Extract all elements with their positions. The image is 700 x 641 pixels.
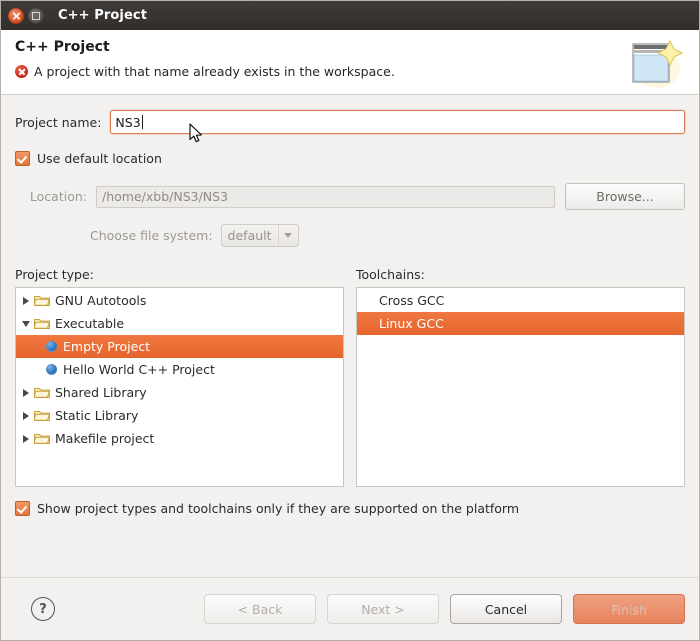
chevron-right-icon[interactable] xyxy=(18,411,34,420)
project-dot-icon xyxy=(46,364,57,375)
file-system-label: Choose file system: xyxy=(90,228,213,243)
folder-icon xyxy=(34,317,50,330)
back-button: < Back xyxy=(204,594,316,624)
project-type-label: Project type: xyxy=(15,267,94,282)
cpp-project-dialog: C++ Project C++ Project A project with t… xyxy=(0,0,700,641)
folder-icon xyxy=(34,432,50,445)
tree-item-label: GNU Autotools xyxy=(55,293,147,308)
cancel-button[interactable]: Cancel xyxy=(450,594,562,624)
list-item-label: Linux GCC xyxy=(379,316,444,331)
tree-item-gnu-autotools[interactable]: GNU Autotools xyxy=(16,289,343,312)
help-button[interactable]: ? xyxy=(31,597,55,621)
error-message-text: A project with that name already exists … xyxy=(34,64,395,79)
toolchains-label: Toolchains: xyxy=(356,267,425,282)
tree-item-static-library[interactable]: Static Library xyxy=(16,404,343,427)
use-default-location-row[interactable]: Use default location xyxy=(15,151,685,166)
project-dot-icon xyxy=(46,341,57,352)
folder-icon xyxy=(34,386,50,399)
tree-item-label: Makefile project xyxy=(55,431,155,446)
tree-item-shared-library[interactable]: Shared Library xyxy=(16,381,343,404)
project-name-value: NS3 xyxy=(115,114,141,130)
show-supported-label: Show project types and toolchains only i… xyxy=(37,501,520,516)
error-message-row: A project with that name already exists … xyxy=(15,64,699,79)
title-bar: C++ Project xyxy=(1,1,699,30)
location-value: /home/xbb/NS3/NS3 xyxy=(102,189,229,204)
next-button: Next > xyxy=(327,594,439,624)
toolchains-list[interactable]: Cross GCC Linux GCC xyxy=(356,287,685,487)
project-type-pane: Project type: GNU Autotools Executable E… xyxy=(15,267,344,487)
tree-item-label: Empty Project xyxy=(63,339,151,354)
location-row: Location: /home/xbb/NS3/NS3 Browse... xyxy=(15,183,685,210)
file-system-row: Choose file system: default xyxy=(15,224,685,247)
tree-item-label: Shared Library xyxy=(55,385,147,400)
dialog-body: Project name: NS3 Use default location L… xyxy=(1,110,699,628)
file-system-select: default xyxy=(220,224,299,247)
dialog-header: C++ Project A project with that name alr… xyxy=(1,30,699,95)
window-title: C++ Project xyxy=(58,8,148,23)
list-item-label: Cross GCC xyxy=(379,293,445,308)
chevron-down-icon xyxy=(277,225,298,246)
tree-item-label: Static Library xyxy=(55,408,139,423)
page-title: C++ Project xyxy=(15,39,110,55)
tree-item-empty-project[interactable]: Empty Project xyxy=(16,335,343,358)
location-input: /home/xbb/NS3/NS3 xyxy=(96,185,555,208)
list-item-cross-gcc[interactable]: Cross GCC xyxy=(357,289,684,312)
project-type-tree[interactable]: GNU Autotools Executable Empty Project H… xyxy=(15,287,344,487)
folder-icon xyxy=(34,409,50,422)
project-name-label: Project name: xyxy=(15,114,102,130)
project-name-input[interactable]: NS3 xyxy=(110,110,685,134)
tree-item-executable[interactable]: Executable xyxy=(16,312,343,335)
tree-item-label: Executable xyxy=(55,316,125,331)
chevron-right-icon[interactable] xyxy=(18,388,34,397)
toolchains-pane: Toolchains: Cross GCC Linux GCC xyxy=(356,267,685,487)
new-project-wizard-icon xyxy=(623,38,685,90)
browse-button: Browse... xyxy=(565,183,685,210)
error-icon xyxy=(15,65,28,78)
close-icon[interactable] xyxy=(8,7,24,24)
text-caret xyxy=(141,115,143,129)
folder-icon xyxy=(34,294,50,307)
maximize-icon[interactable] xyxy=(28,7,44,24)
tree-item-hello-world-cpp-project[interactable]: Hello World C++ Project xyxy=(16,358,343,381)
show-supported-checkbox[interactable] xyxy=(15,501,30,516)
tree-item-label: Hello World C++ Project xyxy=(63,362,215,377)
use-default-location-checkbox[interactable] xyxy=(15,151,30,166)
finish-button: Finish xyxy=(573,594,685,624)
tree-item-makefile-project[interactable]: Makefile project xyxy=(16,427,343,450)
location-label: Location: xyxy=(29,189,87,204)
show-supported-row[interactable]: Show project types and toolchains only i… xyxy=(15,501,685,516)
dialog-footer: ? < Back Next > Cancel Finish xyxy=(1,577,699,640)
chevron-down-icon[interactable] xyxy=(18,320,34,327)
selection-panes: Project type: GNU Autotools Executable E… xyxy=(15,267,685,487)
chevron-right-icon[interactable] xyxy=(18,434,34,443)
chevron-right-icon[interactable] xyxy=(18,296,34,305)
project-name-row: Project name: NS3 xyxy=(15,110,685,134)
file-system-value: default xyxy=(227,228,272,243)
use-default-location-label: Use default location xyxy=(37,151,162,166)
list-item-linux-gcc[interactable]: Linux GCC xyxy=(357,312,684,335)
